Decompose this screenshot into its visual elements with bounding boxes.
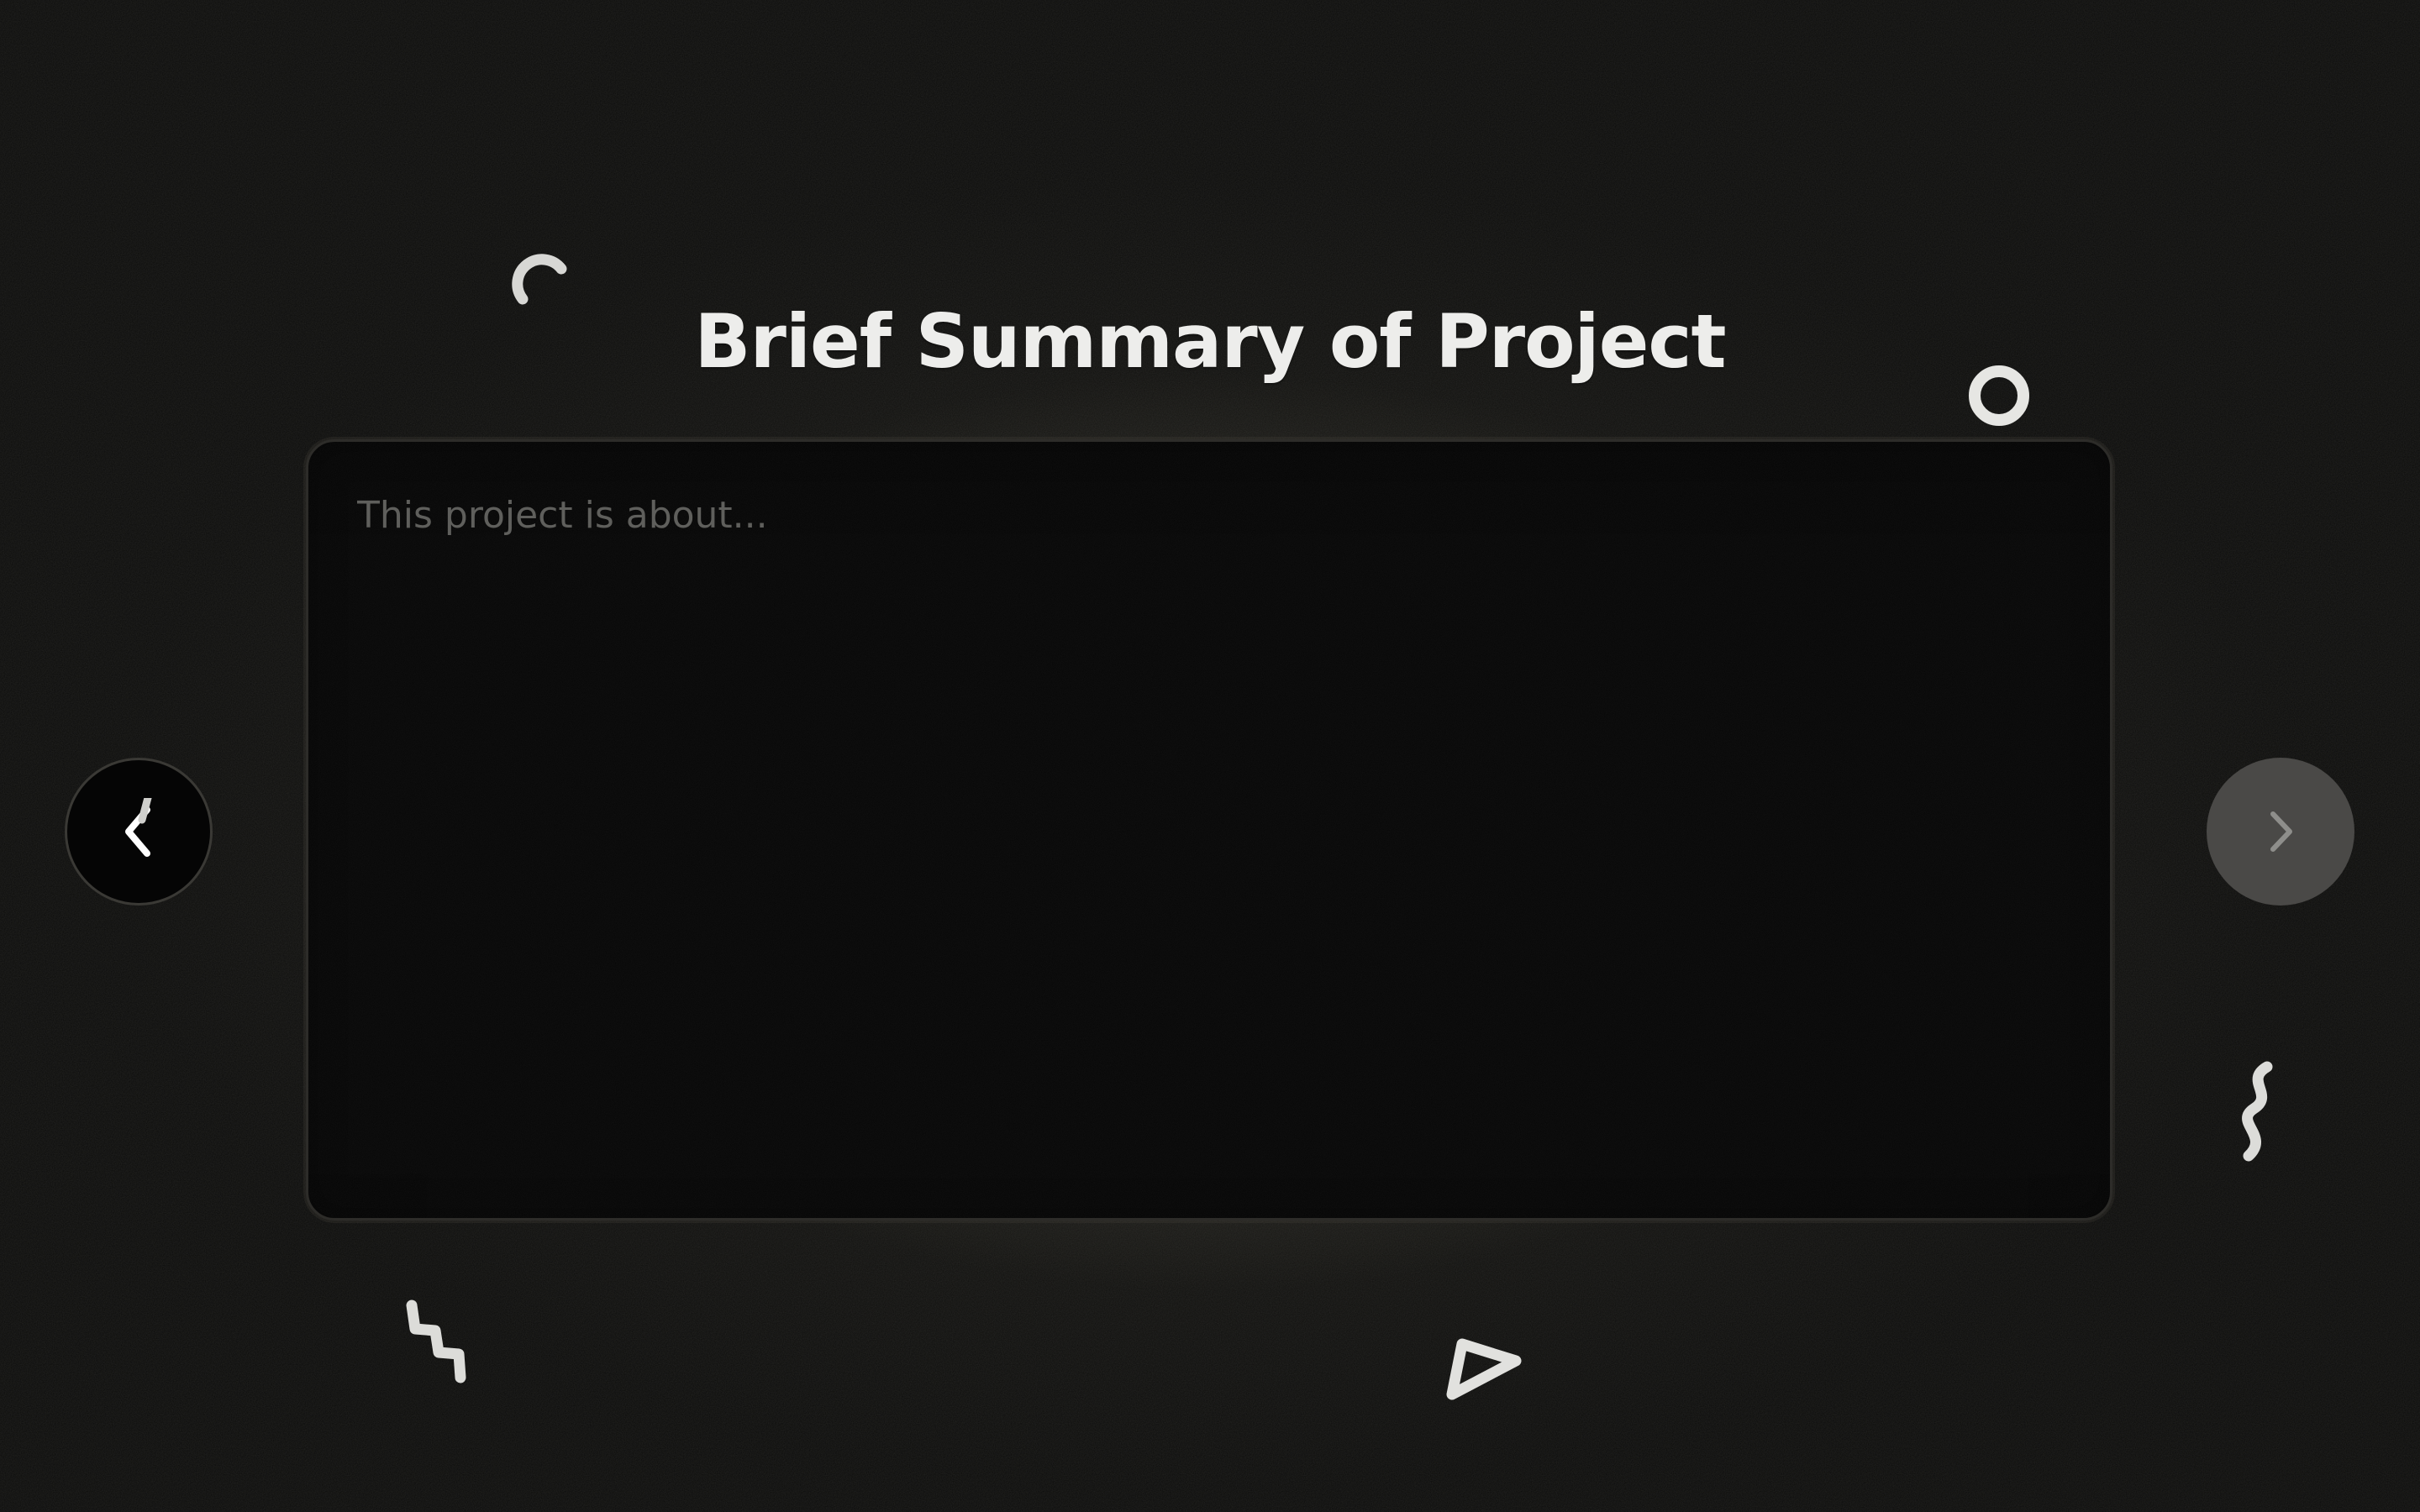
page-title: Brief Summary of Project [694,298,1726,385]
squiggle-shape-decoration [2242,1061,2273,1162]
next-button[interactable] [2207,758,2354,906]
triangle-shape-decoration [1446,1338,1522,1400]
chevron-left-icon [125,798,152,857]
summary-textarea[interactable] [357,492,2063,1164]
zigzag-shape-decoration [406,1299,466,1383]
summary-card [306,439,2112,1221]
chevron-right-icon [2270,811,2292,852]
previous-button[interactable] [65,758,213,906]
